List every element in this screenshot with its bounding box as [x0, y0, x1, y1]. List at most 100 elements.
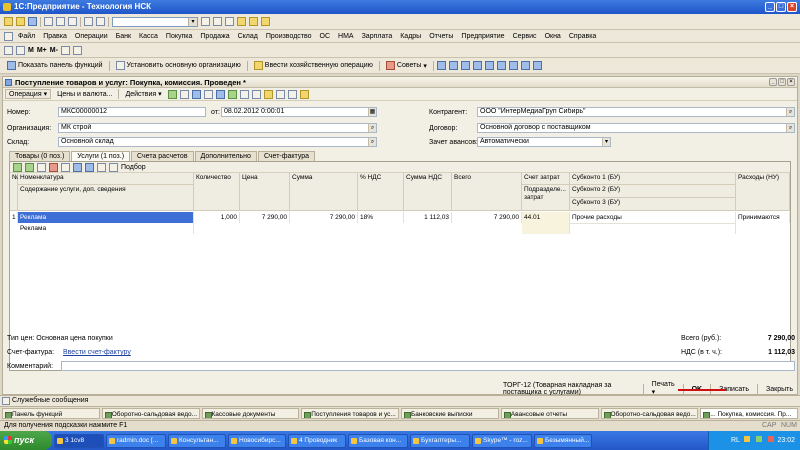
actions-button[interactable]: Действия ▾ [122, 90, 164, 99]
invoice-link[interactable]: Ввести счет-фактуру [63, 349, 131, 356]
menu-help[interactable]: Справка [569, 33, 596, 40]
operation-button[interactable]: Операция ▾ [5, 89, 52, 99]
window-tab[interactable]: Оборотно-сальдовая ведо... [101, 408, 200, 419]
calendar-icon[interactable] [249, 17, 258, 26]
delete-row-icon[interactable] [49, 162, 58, 172]
properties-icon[interactable] [287, 89, 297, 99]
advance-field[interactable]: Автоматически ▾ [477, 137, 611, 147]
col-expenses[interactable]: Расходы (НУ) [736, 173, 790, 211]
enter-operation-button[interactable]: Ввести хозяйственную операцию [251, 61, 376, 70]
open-icon[interactable] [16, 17, 25, 26]
col-vat-pct[interactable]: % НДС [358, 173, 404, 211]
dt-kt-icon[interactable] [239, 89, 249, 99]
tray-icon[interactable] [767, 436, 774, 442]
window-tab[interactable]: Банковские выписки [401, 408, 499, 419]
menu-windows[interactable]: Окна [545, 33, 561, 40]
analysis-icon[interactable] [496, 61, 506, 70]
menu-sale[interactable]: Продажа [200, 33, 229, 40]
tray-icon[interactable] [755, 436, 762, 442]
number-field[interactable]: МКС00000012 [58, 107, 206, 117]
balance-icon[interactable] [484, 61, 494, 70]
cell-vat-pct[interactable]: 18% [358, 212, 404, 223]
cell-vat-sum[interactable]: 1 112,03 [404, 212, 452, 223]
cell-cost-account[interactable]: 44.01 [522, 212, 570, 223]
journal-icon[interactable] [436, 61, 446, 70]
menu-enterprise[interactable]: Предприятие [461, 33, 504, 40]
task-item[interactable]: Skype™ - roz... [472, 433, 532, 448]
move-up-icon[interactable] [73, 162, 82, 172]
menu-reports[interactable]: Отчеты [429, 33, 453, 40]
based-on-icon[interactable] [263, 89, 273, 99]
cell-price[interactable]: 7 290,00 [240, 212, 290, 223]
warehouse-field[interactable]: Основной склад ⌕ [58, 137, 377, 147]
task-item[interactable]: Новосибирс... [228, 433, 286, 448]
col-price[interactable]: Цена [240, 173, 290, 211]
menu-operations[interactable]: Операции [75, 33, 108, 40]
tips-button[interactable]: Советы ▾ [383, 61, 430, 70]
copy-row-icon[interactable] [25, 162, 34, 172]
cell-cost-division[interactable] [522, 223, 570, 234]
close-icon[interactable]: × [787, 2, 797, 12]
add-row-icon[interactable] [13, 162, 22, 172]
tab-services[interactable]: Услуги (1 поз.) [71, 151, 131, 161]
tab-invoice[interactable]: Счет-фактура [257, 151, 316, 161]
grid-icon[interactable] [4, 45, 13, 55]
search-icon[interactable]: ⌕ [786, 108, 794, 116]
end-edit-icon[interactable] [61, 162, 70, 172]
find-next-icon[interactable] [201, 17, 210, 26]
summary-icon[interactable] [532, 61, 542, 70]
menu-edit[interactable]: Правка [43, 33, 67, 40]
chart-icon[interactable] [460, 61, 470, 70]
task-item[interactable]: Консультан... [168, 433, 226, 448]
col-sum[interactable]: Сумма [290, 173, 358, 211]
cell-nomenclature[interactable]: Реклама [18, 212, 194, 223]
print-icon[interactable] [72, 45, 82, 55]
doc-maximize-icon[interactable]: □ [778, 78, 786, 86]
list-icon[interactable] [16, 45, 25, 55]
cell-num[interactable]: 1 [10, 212, 18, 223]
menu-salary[interactable]: Зарплата [362, 33, 393, 40]
col-cost-account[interactable]: Счет затрат [522, 173, 570, 185]
close-button[interactable]: Закрыть [762, 384, 797, 395]
date-field[interactable]: 08.02.2012 0:00:01 ▦ [221, 107, 377, 117]
tab-additional[interactable]: Дополнительно [194, 151, 257, 161]
menu-service[interactable]: Сервис [513, 33, 537, 40]
print-icon[interactable] [251, 89, 261, 99]
tray-icon[interactable] [743, 436, 750, 442]
table-icon[interactable] [472, 61, 482, 70]
report-icon[interactable] [448, 61, 458, 70]
doc-icon[interactable] [60, 45, 70, 55]
window-tab[interactable]: Кассовые документы [201, 408, 300, 419]
doc-minimize-icon[interactable]: _ [769, 78, 777, 86]
m-plus-label[interactable]: M+ [37, 47, 47, 54]
post-icon[interactable] [167, 89, 177, 99]
help-icon[interactable] [299, 89, 309, 99]
pick-button[interactable]: Подбор [121, 164, 146, 171]
col-qty[interactable]: Количество [194, 173, 240, 211]
calendar-icon[interactable]: ▦ [368, 108, 376, 116]
m-minus-label[interactable]: M- [50, 47, 58, 54]
menu-staff[interactable]: Кадры [400, 33, 421, 40]
move-down-icon[interactable] [85, 162, 94, 172]
movements-icon[interactable] [227, 89, 237, 99]
window-tab[interactable]: Панель функций [2, 408, 100, 419]
menu-file[interactable]: Файл [18, 33, 35, 40]
contractor-field[interactable]: ООО "ИнтерМедиаГруп Сибирь" ⌕ [477, 107, 795, 117]
find-prev-icon[interactable] [213, 17, 222, 26]
window-tab[interactable]: Оборотно-сальдовая ведо... [600, 408, 699, 419]
ledger-icon[interactable] [520, 61, 530, 70]
refresh-icon[interactable] [191, 89, 201, 99]
task-item[interactable]: radmin.doc [... [106, 433, 166, 448]
doc-close-icon[interactable]: × [787, 78, 795, 86]
main-org-button[interactable]: Установить основную организацию [113, 61, 244, 70]
col-content[interactable]: Содержание услуги, доп. сведения [18, 185, 194, 211]
sort-icon[interactable] [97, 162, 106, 172]
window-tab[interactable]: Авансовые отчеты [500, 408, 599, 419]
save-icon[interactable] [28, 17, 37, 26]
prices-currency-button[interactable]: Цены и валюта... [54, 91, 115, 98]
cell-qty[interactable]: 1,000 [194, 212, 240, 223]
cell-expenses[interactable]: Принимаются [736, 212, 790, 223]
window-tab-active[interactable]: ... Покупка, комиссия. Пр... [700, 408, 798, 419]
search-icon[interactable]: ⌕ [368, 124, 376, 132]
maximize-icon[interactable]: □ [776, 2, 786, 12]
